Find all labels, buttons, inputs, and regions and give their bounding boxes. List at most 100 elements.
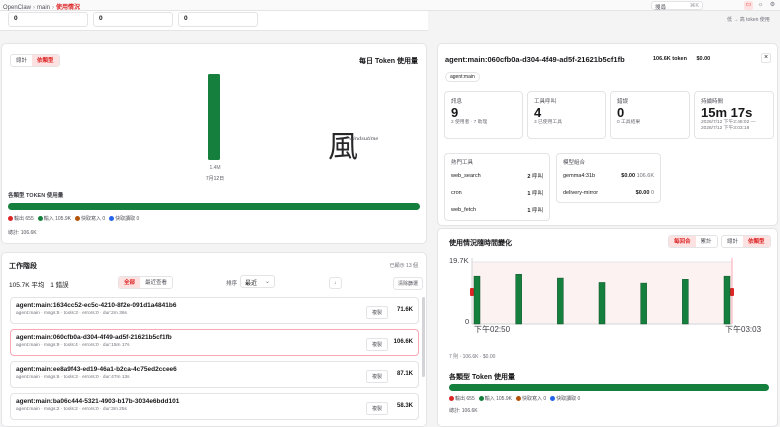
top-tools-title: 熱門工具 bbox=[451, 160, 474, 166]
legend-swatch bbox=[109, 216, 115, 221]
tool-row: cron 1 呼叫 bbox=[451, 189, 543, 197]
session-tokens: 106.6K bbox=[393, 339, 413, 345]
timeline-bar[interactable] bbox=[557, 277, 564, 325]
summary-average: 105.7K 平均 bbox=[9, 282, 45, 289]
sort-direction-button[interactable]: ↓ bbox=[329, 277, 342, 289]
agent-tag: agent:main bbox=[445, 72, 480, 82]
by-type-bar bbox=[8, 203, 420, 210]
copy-button[interactable]: 複製 bbox=[365, 370, 388, 383]
sessions-card: 工作階段 已顯示 13 個 105.7K 平均 1 錯誤 全部 最近查看 排序 … bbox=[1, 252, 427, 427]
legend-cache-write: 快取寫入 0 bbox=[515, 395, 546, 402]
session-tokens: 87.1K bbox=[396, 371, 413, 377]
copy-button[interactable]: 複製 bbox=[365, 402, 388, 415]
search-input[interactable]: 搜尋 ⌘K bbox=[651, 1, 703, 11]
daily-title: 每日 Token 使用量 bbox=[359, 58, 418, 65]
copy-button[interactable]: 複製 bbox=[365, 306, 388, 319]
range-start-handle[interactable] bbox=[470, 288, 474, 296]
detail-by-type-bar bbox=[449, 384, 769, 391]
tool-row: web_search 2 呼叫 bbox=[451, 172, 543, 180]
by-type-legend: 輸出 655 輸入 105.9K 快取寫入 0 快取讀取 0 bbox=[8, 215, 139, 222]
x-start-label: 下午02:50 bbox=[474, 325, 511, 334]
sun-icon[interactable]: ☼ bbox=[756, 1, 765, 10]
metric-errors: 錯誤 0 0 工具結果 bbox=[610, 91, 690, 139]
tab-by-type[interactable]: 依類型 bbox=[743, 236, 770, 247]
metric-messages: 訊息 9 2 使用者 · 7 助理 bbox=[444, 91, 523, 139]
legend-input: 輸入 105.9K bbox=[37, 215, 71, 222]
session-id: agent:main:1634cc52-ec5c-4210-8f2e-091d1… bbox=[16, 302, 177, 309]
watermark-sub: windsutime bbox=[349, 136, 379, 142]
timeline-bar[interactable] bbox=[640, 282, 647, 325]
session-filter: 全部 最近查看 bbox=[118, 276, 174, 289]
legend-output: 輸出 655 bbox=[449, 395, 475, 402]
session-detail-card: agent:main:060cfb0a-d304-4f49-ad5f-21621… bbox=[437, 43, 778, 226]
copy-button[interactable]: 複製 bbox=[365, 338, 388, 351]
range-end-handle[interactable] bbox=[730, 288, 734, 296]
session-meta: agent:main · msgs:6 · tools:3 · errors:0… bbox=[16, 375, 130, 380]
metric-duration: 持續時間 15m 17s 2026/7/12 下午2:48:02 — 2026/7/… bbox=[694, 91, 774, 139]
legend-swatch bbox=[449, 396, 454, 401]
close-icon[interactable]: × bbox=[761, 53, 771, 63]
legend-cache-read: 快取讀取 0 bbox=[109, 215, 139, 222]
session-row[interactable]: agent:main:1634cc52-ec5c-4210-8f2e-091d1… bbox=[10, 297, 419, 324]
legend-cache-read: 快取讀取 0 bbox=[550, 395, 580, 402]
session-row-selected[interactable]: agent:main:060cfb0a-d304-4f49-ad5f-21621… bbox=[10, 329, 419, 356]
legend-swatch bbox=[550, 396, 556, 401]
timeline-bar[interactable] bbox=[682, 279, 689, 325]
timeline-bar[interactable] bbox=[598, 282, 606, 325]
y-max-label: 19.7K bbox=[449, 256, 469, 265]
tab-cumulative[interactable]: 累計 bbox=[696, 236, 717, 247]
breadcrumb: OpenClaw › main › 使用情況 bbox=[3, 5, 81, 11]
tab-total[interactable]: 總計 bbox=[11, 55, 32, 66]
heatmap-note: 低 → 高 token 使用 bbox=[727, 17, 770, 23]
timeline-chart bbox=[470, 258, 734, 325]
watermark-logo: 風 bbox=[328, 130, 358, 165]
clear-filter-button[interactable]: 清除篩選 bbox=[393, 277, 424, 290]
daily-bar-date: 7月12日 bbox=[205, 176, 225, 182]
timeline-title: 使用情況隨時間變化 bbox=[449, 240, 512, 247]
sort-label: 排序 bbox=[226, 281, 238, 287]
filter-recent[interactable]: 最近查看 bbox=[140, 277, 172, 288]
detail-by-type-legend: 輸出 655 輸入 105.9K 快取寫入 0 快取讀取 0 bbox=[449, 395, 580, 402]
daily-bar-value: 1.4M bbox=[209, 165, 221, 171]
tab-by-type[interactable]: 依類型 bbox=[32, 55, 59, 66]
model-row: delivery-mirror $0.00 0 bbox=[563, 189, 654, 196]
timeline-card: 使用情況隨時間變化 每回合 累計 總計 依類型 19.7K 0 下午02:50 … bbox=[437, 228, 778, 427]
sessions-count: 已顯示 13 個 bbox=[389, 263, 418, 269]
session-id: agent:main:ba06c444-5321-4903-b17b-3034e… bbox=[16, 398, 180, 405]
stat-box: 0 bbox=[93, 12, 173, 27]
daily-view-toggle: 總計 依類型 bbox=[10, 54, 60, 67]
top-bar: OpenClaw › main › 使用情況 搜尋 ⌘K ▭ ☼ ⚙ bbox=[0, 0, 780, 11]
detail-by-type-title: 各類型 Token 使用量 bbox=[449, 374, 515, 381]
timeline-bar[interactable] bbox=[515, 274, 522, 325]
stat-box: 0 bbox=[178, 12, 258, 27]
session-row[interactable]: agent:main:ee8a9f43-ed19-46a1-b2ca-4c75e… bbox=[10, 361, 419, 388]
timeline-bar[interactable] bbox=[723, 275, 731, 325]
model-mix-panel: 模型組合 gemma4:31b $0.00 106.6K delivery-mir… bbox=[556, 153, 661, 203]
session-row[interactable]: agent:main:ba06c444-5321-4903-b17b-3034e… bbox=[10, 393, 419, 420]
legend-cache-write: 快取寫入 0 bbox=[74, 215, 105, 222]
gear-icon[interactable]: ⚙ bbox=[768, 1, 777, 10]
timeline-mode-toggle: 每回合 累計 bbox=[668, 235, 718, 248]
filter-all[interactable]: 全部 bbox=[119, 277, 141, 288]
session-meta: agent:main · msgs:2 · tools:2 · errors:0… bbox=[16, 407, 127, 412]
legend-swatch bbox=[74, 216, 80, 221]
daily-token-card: 總計 依類型 每日 Token 使用量 1.4M 7月12日 風 windsut… bbox=[1, 43, 427, 244]
session-tokens: 71.6K bbox=[396, 307, 413, 313]
tab-per-turn[interactable]: 每回合 bbox=[669, 236, 696, 247]
session-meta: agent:main · msgs:9 · tools:4 · errors:0… bbox=[16, 343, 130, 348]
sessions-summary: 105.7K 平均 1 錯誤 bbox=[9, 279, 69, 289]
timeline-bar[interactable] bbox=[473, 275, 481, 325]
tool-row: web_fetch 1 呼叫 bbox=[451, 206, 543, 214]
tab-total[interactable]: 總計 bbox=[722, 236, 743, 247]
top-tools-panel: 熱門工具 web_search 2 呼叫 cron 1 呼叫 web_fetch 1 … bbox=[444, 153, 550, 221]
by-type-total: 總計: 106.6K bbox=[8, 230, 37, 236]
detail-tokens-cost: 106.6K token $0.00 bbox=[653, 56, 710, 62]
stat-box: 0 bbox=[8, 12, 88, 27]
model-row: gemma4:31b $0.00 106.6K bbox=[563, 172, 654, 179]
timeline-footer: 7 則 · 106.6K · $0.00 bbox=[449, 354, 496, 360]
sort-select[interactable]: 最近 ⌄ bbox=[240, 275, 275, 288]
monitor-icon[interactable]: ▭ bbox=[744, 1, 753, 10]
legend-swatch bbox=[37, 216, 43, 221]
sessions-scrollbar[interactable] bbox=[422, 297, 425, 377]
daily-bar[interactable] bbox=[208, 74, 220, 160]
